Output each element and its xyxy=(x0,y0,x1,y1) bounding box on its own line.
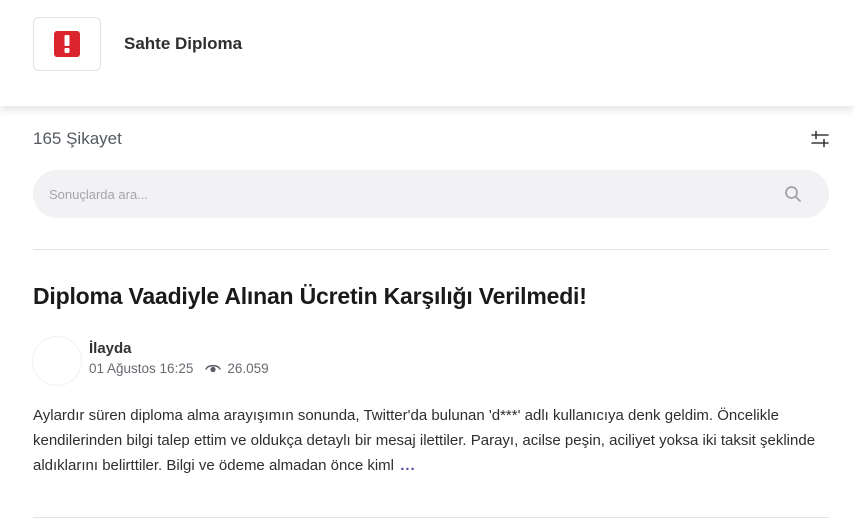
brand-logo[interactable] xyxy=(33,17,101,71)
author-name[interactable]: İlayda xyxy=(89,340,132,357)
search-icon xyxy=(784,185,802,203)
complaint-count: 165 Şikayet xyxy=(33,129,122,148)
complaint-meta: 01 Ağustos 16:25 26.059 xyxy=(89,361,269,376)
divider xyxy=(33,249,829,250)
brand-header: Sahte Diploma xyxy=(0,0,854,106)
brand-name[interactable]: Sahte Diploma xyxy=(124,34,242,54)
complaint-excerpt: Aylardır süren diploma alma arayışımın s… xyxy=(33,403,833,478)
divider xyxy=(33,517,829,518)
search-bar xyxy=(33,170,829,218)
avatar xyxy=(33,337,81,385)
eye-icon xyxy=(205,363,222,374)
view-count: 26.059 xyxy=(227,361,269,376)
read-more-link[interactable]: ... xyxy=(400,457,416,474)
search-input[interactable] xyxy=(49,170,749,218)
complaint-date: 01 Ağustos 16:25 xyxy=(89,361,194,376)
exclamation-icon xyxy=(54,31,80,57)
filter-button[interactable] xyxy=(808,127,832,151)
sliders-icon xyxy=(810,129,830,149)
search-button[interactable] xyxy=(782,183,804,205)
excerpt-text: Aylardır süren diploma alma arayışımın s… xyxy=(33,407,816,474)
complaint-title[interactable]: Diploma Vaadiyle Alınan Ücretin Karşılığ… xyxy=(33,283,587,310)
